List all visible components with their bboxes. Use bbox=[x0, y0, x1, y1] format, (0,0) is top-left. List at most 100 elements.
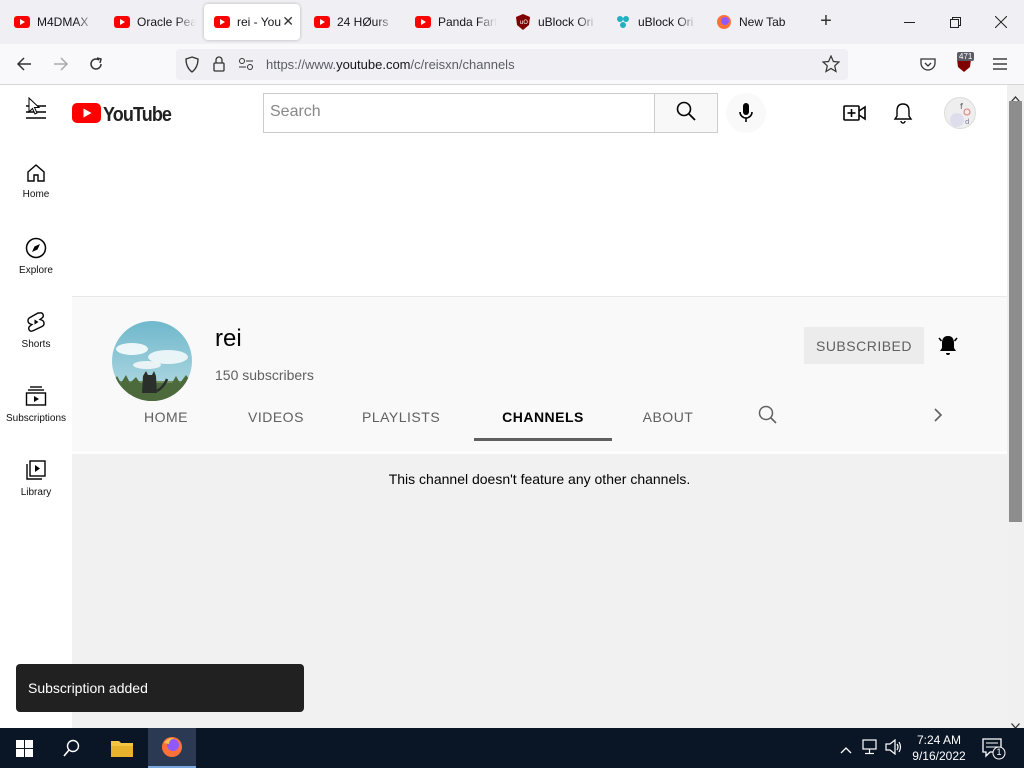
restore-window-icon[interactable] bbox=[932, 0, 978, 44]
tray-chevron-up-icon[interactable] bbox=[840, 741, 852, 759]
browser-tab-active[interactable]: rei - You ✕ bbox=[204, 4, 300, 40]
windows-start-icon[interactable] bbox=[0, 728, 48, 768]
mouse-cursor-icon bbox=[28, 96, 41, 121]
browser-tab[interactable]: M4DMAX bbox=[4, 4, 96, 40]
shorts-icon bbox=[0, 311, 72, 333]
guide-item-label: Shorts bbox=[21, 339, 51, 350]
browser-tab-label: New Tab bbox=[739, 15, 786, 29]
subscription-toast: Subscription added bbox=[16, 664, 304, 712]
tab-videos[interactable]: VIDEOS bbox=[248, 393, 303, 441]
network-icon[interactable] bbox=[862, 739, 880, 760]
clock-time: 7:24 AM bbox=[916, 733, 962, 747]
notifications-bell-icon[interactable] bbox=[893, 102, 913, 129]
compass-icon bbox=[0, 237, 72, 259]
tab-playlists[interactable]: PLAYLISTS bbox=[362, 393, 440, 441]
youtube-favicon-icon bbox=[114, 14, 130, 30]
system-clock[interactable]: 7:24 AM 9/16/2022 bbox=[908, 732, 970, 764]
account-avatar[interactable]: fd bbox=[944, 97, 976, 129]
lock-icon[interactable] bbox=[212, 56, 226, 77]
svg-text:d: d bbox=[965, 118, 969, 126]
pocket-icon[interactable] bbox=[917, 53, 939, 75]
search-icon bbox=[676, 101, 696, 126]
youtube-favicon-icon bbox=[314, 14, 330, 30]
url-bar[interactable]: https://www.youtube.com/c/reisxn/channel… bbox=[176, 49, 848, 80]
svg-text:uO: uO bbox=[520, 19, 529, 26]
youtube-page: YouTube fd Home Explore Shorts Subscript… bbox=[0, 85, 1007, 728]
guide-item-label: Subscriptions bbox=[5, 413, 67, 424]
firefox-favicon-icon bbox=[716, 14, 732, 30]
guide-item-shorts[interactable]: Shorts bbox=[0, 311, 72, 385]
browser-tab[interactable]: uBlock Ori bbox=[605, 4, 697, 40]
ublock-favicon-icon: uO bbox=[515, 14, 531, 30]
close-window-icon[interactable] bbox=[978, 0, 1024, 44]
library-icon bbox=[0, 459, 72, 481]
svg-text:f: f bbox=[960, 102, 963, 111]
browser-nav-bar: https://www.youtube.com/c/reisxn/channel… bbox=[0, 44, 1024, 85]
file-explorer-icon[interactable] bbox=[98, 728, 146, 768]
empty-channels-message: This channel doesn't feature any other c… bbox=[388, 471, 691, 487]
youtube-favicon-icon bbox=[415, 14, 431, 30]
search-input[interactable] bbox=[270, 94, 650, 130]
chevron-right-icon[interactable] bbox=[933, 408, 943, 427]
hamburger-menu-icon[interactable] bbox=[989, 53, 1011, 75]
browser-tab[interactable]: Panda Fart bbox=[405, 4, 497, 40]
search-box[interactable] bbox=[263, 93, 655, 133]
notification-bell-filled-icon[interactable] bbox=[936, 333, 960, 357]
create-video-icon[interactable] bbox=[843, 103, 867, 128]
guide-item-label: Explore bbox=[19, 265, 53, 276]
search-button[interactable] bbox=[654, 93, 718, 133]
youtube-favicon-icon bbox=[14, 14, 30, 30]
permissions-icon[interactable] bbox=[238, 57, 254, 76]
browser-tab-strip: M4DMAX Oracle Pea rei - You ✕ 24 HØurs P… bbox=[0, 0, 1024, 44]
tab-channels[interactable]: CHANNELS bbox=[474, 393, 612, 441]
voice-search-microphone-icon[interactable] bbox=[726, 93, 766, 133]
tab-home[interactable]: HOME bbox=[144, 393, 188, 441]
channel-header: rei 150 subscribers SUBSCRIBED HOME VIDE… bbox=[72, 297, 1007, 451]
tab-close-icon[interactable]: ✕ bbox=[282, 13, 294, 30]
new-tab-plus-icon[interactable]: + bbox=[816, 11, 836, 32]
home-icon bbox=[0, 163, 72, 183]
browser-tab[interactable]: Oracle Pea bbox=[104, 4, 196, 40]
browser-tab[interactable]: 24 HØurs bbox=[304, 4, 396, 40]
windows-taskbar: 7:24 AM 9/16/2022 1 bbox=[0, 728, 1024, 768]
subscribed-button[interactable]: SUBSCRIBED bbox=[804, 327, 924, 364]
notification-count-badge: 1 bbox=[996, 747, 1002, 757]
shield-icon[interactable] bbox=[184, 56, 200, 78]
youtube-header: YouTube fd bbox=[0, 85, 1007, 141]
forward-arrow-icon[interactable] bbox=[50, 53, 72, 75]
guide-item-label: Home bbox=[22, 189, 50, 200]
minimize-window-icon[interactable] bbox=[886, 0, 932, 44]
ublock-dashboard-favicon-icon bbox=[615, 14, 631, 30]
channel-banner-area bbox=[72, 141, 1007, 297]
subscriber-count: 150 subscribers bbox=[215, 367, 314, 383]
tab-about[interactable]: ABOUT bbox=[642, 393, 694, 441]
bookmark-star-icon[interactable] bbox=[821, 54, 841, 78]
clock-date: 9/16/2022 bbox=[912, 749, 966, 763]
reload-icon[interactable] bbox=[85, 53, 107, 75]
browser-tab[interactable]: New Tab bbox=[706, 4, 798, 40]
guide-item-subscriptions[interactable]: Subscriptions bbox=[0, 385, 72, 459]
browser-tab[interactable]: uO uBlock Ori bbox=[505, 4, 597, 40]
youtube-logo[interactable]: YouTube bbox=[72, 103, 179, 128]
url-text[interactable]: https://www.youtube.com/c/reisxn/channel… bbox=[266, 57, 515, 72]
browser-tab-label: rei - You bbox=[237, 15, 281, 29]
guide-sidebar: Home Explore Shorts Subscriptions Librar… bbox=[0, 141, 72, 728]
channel-avatar bbox=[112, 321, 192, 401]
firefox-taskbar-icon[interactable] bbox=[148, 728, 196, 768]
subscriptions-icon bbox=[0, 385, 72, 407]
url-prefix: https://www. bbox=[266, 57, 337, 72]
channel-search-icon[interactable] bbox=[758, 405, 778, 430]
volume-icon[interactable] bbox=[885, 738, 903, 760]
scrollbar-thumb[interactable] bbox=[1009, 101, 1022, 522]
guide-item-library[interactable]: Library bbox=[0, 459, 72, 533]
guide-item-explore[interactable]: Explore bbox=[0, 237, 72, 311]
ublock-count-badge: 471 bbox=[957, 52, 975, 61]
channel-name: rei bbox=[215, 325, 242, 352]
url-domain: youtube.com bbox=[336, 57, 411, 72]
back-arrow-icon[interactable] bbox=[13, 53, 35, 75]
guide-item-home[interactable]: Home bbox=[0, 163, 72, 237]
youtube-logo-text: YouTube bbox=[103, 104, 172, 126]
youtube-favicon-icon bbox=[214, 14, 230, 30]
taskbar-search-icon[interactable] bbox=[48, 728, 96, 768]
youtube-logo-icon bbox=[72, 103, 101, 128]
